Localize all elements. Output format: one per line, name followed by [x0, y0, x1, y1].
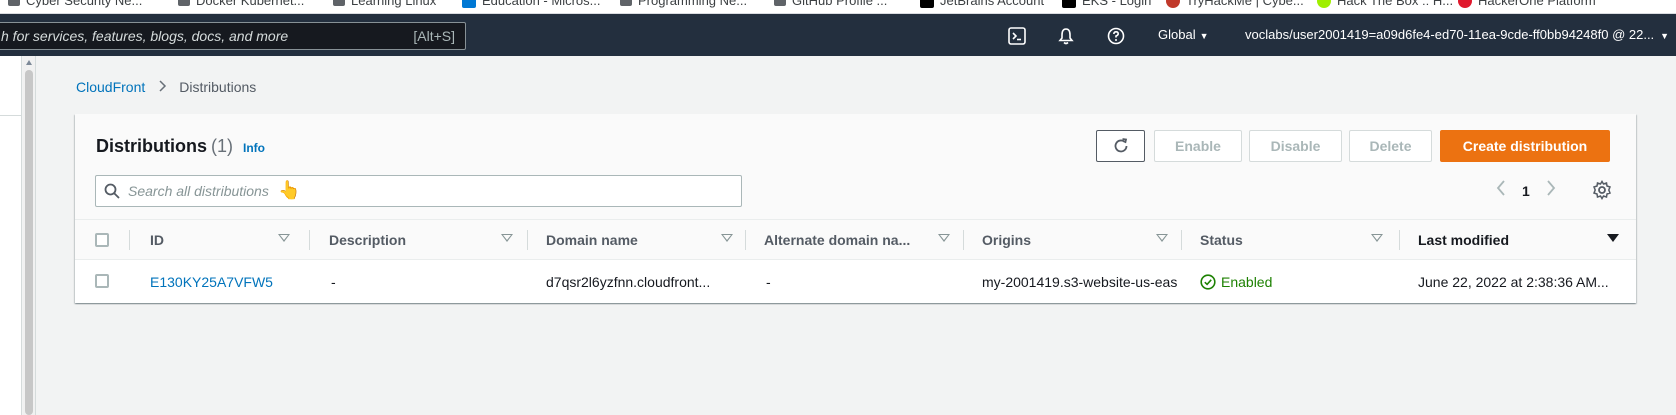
hand-cursor-icon: 👆 [278, 180, 301, 200]
breadcrumb: CloudFront Distributions [76, 79, 256, 95]
distribution-count: (1) [211, 136, 233, 156]
page-title: Distributions (1) Info [96, 136, 265, 156]
divider [0, 115, 22, 116]
eks-icon [1062, 0, 1076, 8]
services-search-placeholder: h for services, features, blogs, docs, a… [1, 28, 289, 44]
scroll-up-icon[interactable] [26, 60, 32, 65]
column-divider[interactable] [1181, 230, 1182, 250]
services-search[interactable]: h for services, features, blogs, docs, a… [0, 22, 466, 50]
column-header-alternate-domain[interactable]: Alternate domain na... [764, 220, 964, 260]
bookmark-item[interactable]: Education - Micros... [462, 0, 601, 8]
column-divider[interactable] [963, 230, 964, 250]
column-divider[interactable] [745, 230, 746, 250]
folder-icon [333, 0, 345, 6]
status-badge: Enabled [1200, 274, 1272, 290]
side-navigation-collapsed[interactable] [0, 56, 22, 415]
folder-icon [8, 0, 20, 6]
column-divider [129, 230, 130, 250]
refresh-button[interactable] [1096, 130, 1145, 162]
region-selector[interactable]: Global ▼ [1158, 27, 1209, 42]
breadcrumb-cloudfront[interactable]: CloudFront [76, 79, 145, 95]
search-shortcut: [Alt+S] [413, 28, 455, 44]
help-icon[interactable] [1106, 26, 1126, 46]
bookmark-item[interactable]: GitHub Profile ... [774, 0, 887, 8]
bookmark-item[interactable]: Learning Linux [333, 0, 436, 8]
distributions-table-container: Distributions (1) Info Enable Disable Dele… [75, 114, 1636, 303]
column-header-status[interactable]: Status [1200, 220, 1400, 260]
bookmark-item[interactable]: Hack The Box :: H... [1317, 0, 1453, 8]
caret-down-icon: ▼ [1660, 31, 1670, 41]
scrollbar-thumb[interactable] [25, 70, 33, 415]
bookmark-item[interactable]: TryHackMe | Cybe... [1166, 0, 1304, 8]
column-header-description[interactable]: Description [329, 220, 529, 260]
hackthebox-icon [1317, 0, 1331, 8]
folder-icon [774, 0, 786, 6]
gear-icon[interactable] [1592, 180, 1612, 205]
bookmarks-bar: Cyber Security Ne... Docker Kubernet... … [0, 0, 1676, 14]
next-page-icon[interactable] [1546, 180, 1556, 201]
disable-button[interactable]: Disable [1249, 130, 1342, 162]
bookmark-item[interactable]: Docker Kubernet... [178, 0, 304, 8]
enable-button[interactable]: Enable [1154, 130, 1242, 162]
previous-page-icon[interactable] [1496, 180, 1506, 201]
cell-alternate-domain: - [766, 273, 771, 290]
cell-origins: my-2001419.s3-website-us-eas [982, 273, 1178, 290]
sort-icon [938, 234, 950, 242]
cell-last-modified: June 22, 2022 at 2:38:36 AM... [1418, 273, 1609, 290]
distribution-search[interactable]: 👆 [95, 175, 742, 207]
delete-button[interactable]: Delete [1349, 130, 1432, 162]
distribution-id-link[interactable]: E130KY25A7VFW5 [150, 261, 320, 302]
sort-icon [278, 234, 290, 242]
bookmark-item[interactable]: Cyber Security Ne... [8, 0, 142, 8]
bookmark-item[interactable]: EKS - Login [1062, 0, 1151, 8]
column-header-last-modified[interactable]: Last modified [1418, 220, 1628, 260]
column-header-origins[interactable]: Origins [982, 220, 1182, 260]
search-input[interactable] [128, 180, 728, 202]
pagination: 1 [1496, 180, 1556, 201]
select-all-checkbox[interactable] [95, 233, 109, 247]
cell-status: Enabled [1200, 261, 1390, 302]
create-distribution-button[interactable]: Create distribution [1440, 130, 1610, 162]
current-page[interactable]: 1 [1522, 183, 1530, 199]
sort-descending-icon [1607, 234, 1619, 242]
table-row[interactable]: E130KY25A7VFW5 - d7qsr2l6yzfnn.cloudfron… [75, 261, 1636, 302]
cell-domain-name: d7qsr2l6yzfnn.cloudfront... [546, 273, 711, 290]
sort-icon [1371, 234, 1383, 242]
chevron-right-icon [159, 79, 167, 95]
jetbrains-icon [920, 0, 934, 8]
sort-icon [721, 234, 733, 242]
cell-description: - [331, 273, 336, 290]
microsoft-icon [462, 0, 476, 8]
sort-icon [1156, 234, 1168, 242]
tryhackme-icon [1166, 0, 1180, 8]
column-divider[interactable] [309, 230, 310, 250]
vertical-scrollbar[interactable] [23, 56, 36, 415]
column-header-id[interactable]: ID [150, 220, 350, 260]
table-header-area: Distributions (1) Info Enable Disable Dele… [75, 114, 1636, 220]
hackerone-icon [1458, 0, 1472, 8]
folder-icon [178, 0, 190, 6]
account-menu[interactable]: voclabs/user2001419=a09d6fe4-ed70-11ea-9… [1245, 27, 1669, 42]
column-divider[interactable] [527, 230, 528, 250]
refresh-icon [1114, 138, 1127, 153]
folder-icon [620, 0, 632, 6]
row-checkbox[interactable] [95, 274, 109, 288]
column-divider[interactable] [1399, 230, 1400, 250]
column-header-domain-name[interactable]: Domain name [546, 220, 746, 260]
sort-icon [501, 234, 513, 242]
aws-top-nav: h for services, features, blogs, docs, a… [0, 14, 1676, 56]
bookmark-item[interactable]: Programming Ne... [620, 0, 747, 8]
caret-down-icon: ▼ [1199, 31, 1209, 41]
cloudshell-icon[interactable] [1007, 26, 1027, 46]
info-link[interactable]: Info [243, 141, 265, 155]
bookmark-item[interactable]: JetBrains Account [920, 0, 1044, 8]
bookmark-item[interactable]: HackerOne Platform [1458, 0, 1596, 8]
search-icon [104, 183, 120, 204]
check-circle-icon [1200, 273, 1216, 290]
breadcrumb-distributions: Distributions [179, 79, 257, 95]
bell-icon[interactable] [1056, 26, 1076, 46]
